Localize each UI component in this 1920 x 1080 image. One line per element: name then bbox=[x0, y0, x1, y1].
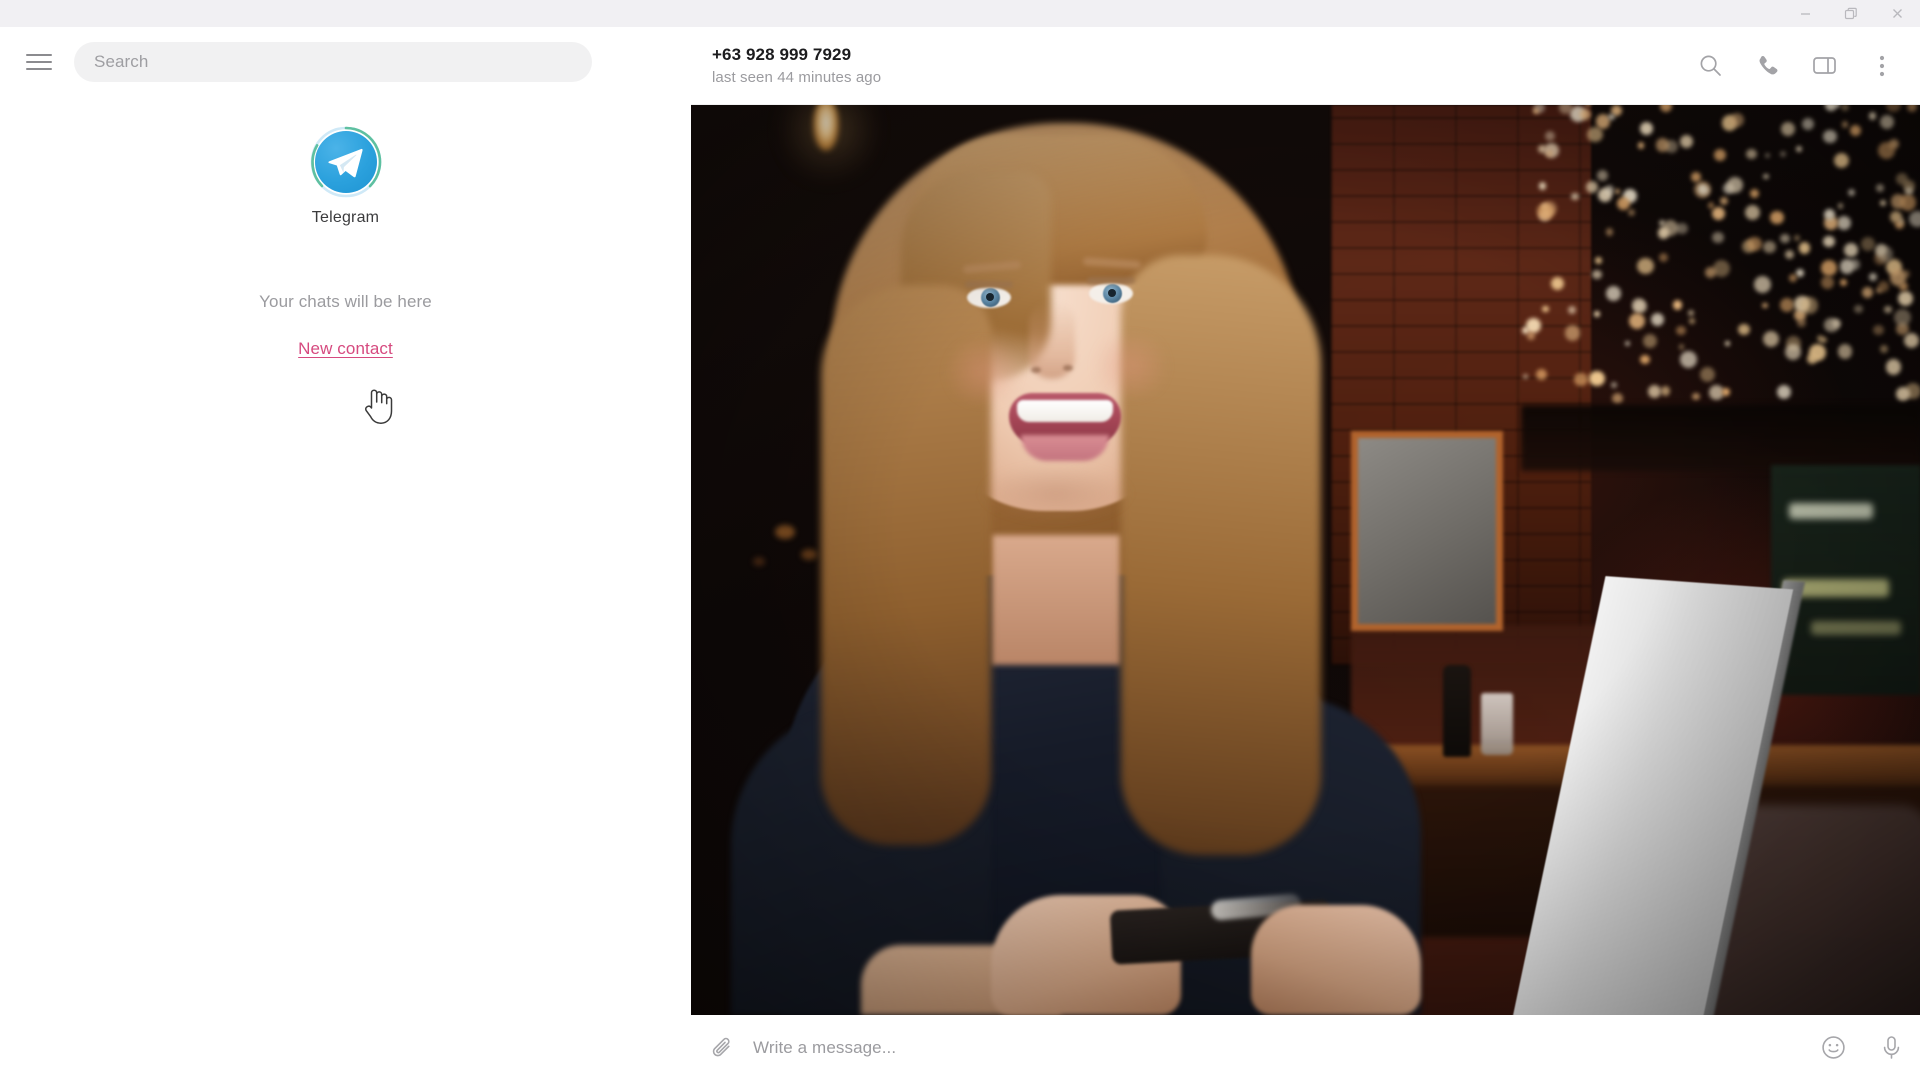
window-close-button[interactable] bbox=[1874, 0, 1920, 27]
compose-actions bbox=[1804, 1015, 1920, 1080]
phone-icon[interactable] bbox=[1739, 36, 1796, 96]
empty-chats-hint: Your chats will be here bbox=[259, 292, 432, 311]
chat-peer-info[interactable]: +63 928 999 7929 last seen 44 minutes ag… bbox=[712, 45, 881, 86]
chin-shadow bbox=[981, 465, 1131, 521]
cheek-right bbox=[1089, 335, 1173, 397]
app-name-label: Telegram bbox=[311, 209, 380, 226]
more-vertical-icon[interactable] bbox=[1853, 36, 1910, 96]
nostril-left bbox=[1031, 367, 1041, 373]
new-contact-link[interactable]: New contact bbox=[298, 339, 393, 359]
microphone-icon[interactable] bbox=[1862, 1015, 1920, 1080]
search-icon[interactable] bbox=[1682, 36, 1739, 96]
chat-list-sidebar: Search Telegram Your chats will be here … bbox=[0, 27, 691, 1080]
chat-header-actions bbox=[1682, 36, 1920, 96]
message-compose-bar: Write a message... bbox=[691, 1015, 1920, 1080]
nostril-right bbox=[1063, 365, 1073, 371]
search-input[interactable]: Search bbox=[74, 41, 592, 82]
message-input[interactable]: Write a message... bbox=[753, 1038, 1804, 1058]
mouse-cursor-hand-icon bbox=[365, 389, 393, 424]
conversation-panel: +63 928 999 7929 last seen 44 minutes ag… bbox=[691, 27, 1920, 1080]
hamburger-menu-icon[interactable] bbox=[26, 52, 52, 72]
window-minimize-button[interactable] bbox=[1782, 0, 1828, 27]
message-placeholder: Write a message... bbox=[753, 1037, 897, 1057]
pupil-right bbox=[1108, 289, 1116, 297]
person-subject bbox=[691, 105, 1920, 1015]
eyelid-left bbox=[965, 281, 1013, 288]
chat-peer-status: last seen 44 minutes ago bbox=[712, 69, 882, 86]
sidebar-empty-state: Telegram Your chats will be here New con… bbox=[0, 96, 691, 359]
emoji-icon[interactable] bbox=[1804, 1015, 1862, 1080]
photo-scene bbox=[691, 105, 1920, 1015]
window-restore-button[interactable] bbox=[1828, 0, 1874, 27]
teeth bbox=[1017, 400, 1113, 422]
search-placeholder: Search bbox=[94, 51, 149, 71]
telegram-logo-circle bbox=[314, 131, 377, 193]
eyelid-right bbox=[1087, 277, 1135, 284]
window-title-bar bbox=[0, 0, 1920, 27]
lower-lip bbox=[1021, 435, 1109, 461]
pupil-left bbox=[986, 293, 994, 301]
cheek-left bbox=[941, 341, 1025, 403]
chat-media-photo[interactable] bbox=[691, 105, 1920, 1015]
attach-paperclip-icon[interactable] bbox=[691, 1015, 753, 1080]
telegram-logo bbox=[309, 125, 383, 199]
paper-plane-icon bbox=[328, 148, 363, 177]
sidebar-toolbar: Search bbox=[0, 27, 691, 96]
chat-peer-name: +63 928 999 7929 bbox=[712, 45, 852, 64]
chat-header: +63 928 999 7929 last seen 44 minutes ag… bbox=[691, 27, 1920, 105]
telegram-window: Search Telegram Your chats will be here … bbox=[0, 0, 1920, 1080]
panel-toggle-icon[interactable] bbox=[1796, 36, 1853, 96]
hand-right bbox=[1251, 905, 1421, 1015]
neck bbox=[991, 535, 1121, 665]
